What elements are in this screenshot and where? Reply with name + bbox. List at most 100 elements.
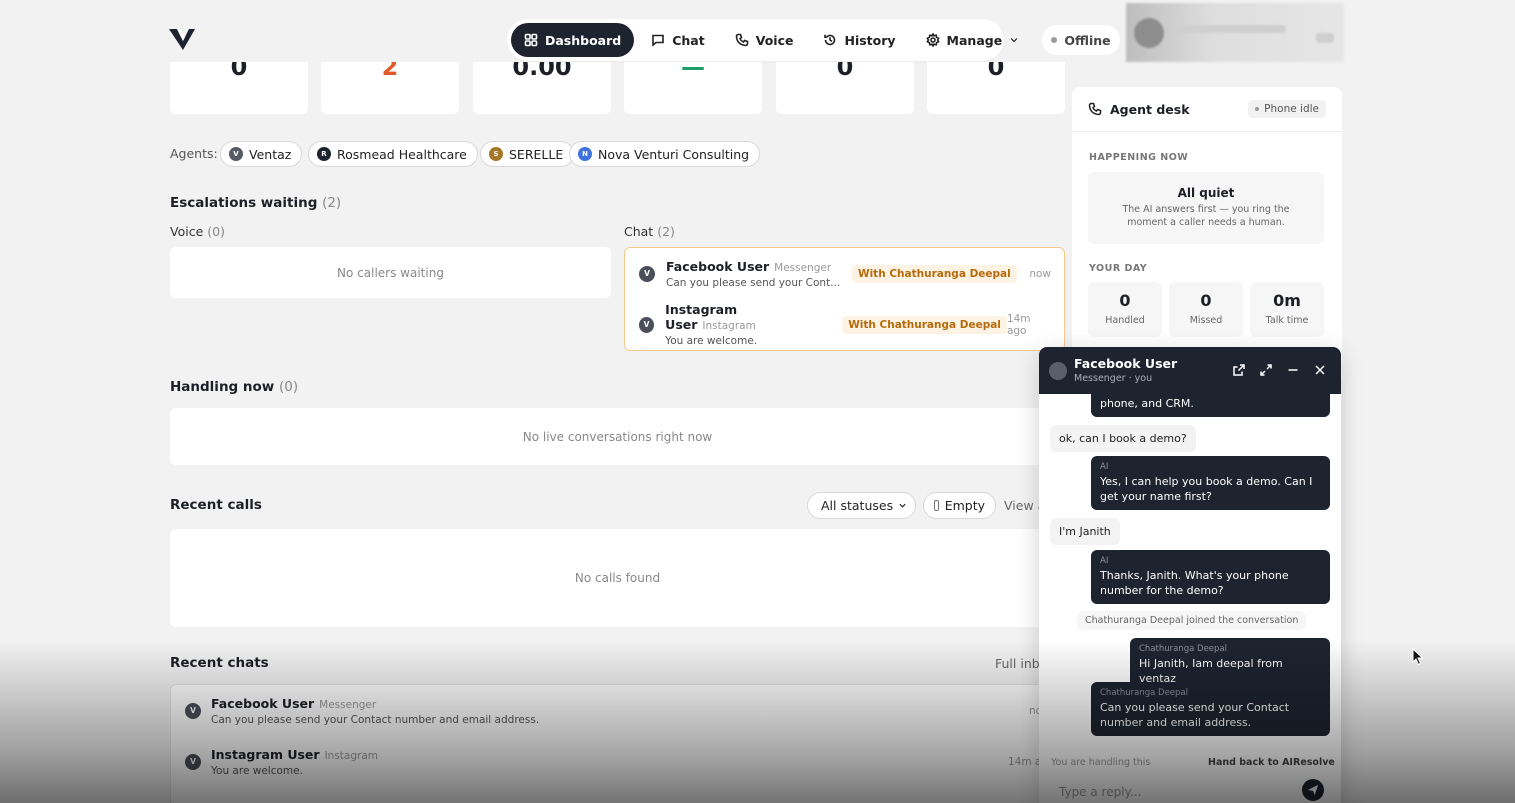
phone-icon [735, 33, 749, 47]
profile-menu-icon [1316, 33, 1334, 43]
contact-name: Facebook User [211, 695, 315, 711]
recent-chats-list: V Facebook User Messenger Can you please … [170, 684, 1065, 803]
status-filter-value: All statuses [821, 498, 894, 513]
close-icon[interactable] [1313, 363, 1327, 377]
agent-chip-rosmead[interactable]: R Rosmead Healthcare [308, 141, 478, 167]
avatar: V [185, 702, 201, 719]
bot-message: AI Thanks, Janith. What's your phone num… [1091, 550, 1330, 604]
status-dot-icon [1255, 107, 1260, 111]
status-badge: With Chathuranga Deepal [852, 264, 1017, 283]
agent-initial: R [317, 147, 331, 161]
escalations-title: Escalations waiting [170, 195, 318, 211]
stat-value: — [681, 62, 705, 81]
agent-chip-serelle[interactable]: S SERELLE [480, 141, 575, 167]
day-stat-value: 0 [1200, 291, 1212, 310]
contact-source: Messenger [774, 261, 832, 274]
chat-info: Facebook User Messenger Can you please se… [211, 696, 539, 726]
send-button[interactable] [1302, 779, 1324, 801]
chat-count: (2) [657, 224, 675, 239]
list-item[interactable]: V Facebook User Messenger Can you please … [171, 685, 1064, 736]
day-stat-label: Talk time [1265, 315, 1309, 326]
sender-label: Chathuranga Deepal [1100, 688, 1189, 698]
status-filter-select[interactable]: All statuses [807, 492, 916, 519]
stat-card: — [624, 62, 762, 114]
message-text: Yes, I can help you book a demo. Can I g… [1100, 475, 1313, 503]
chat-queue-list: V Facebook User Messenger Can you please … [624, 247, 1065, 351]
full-inbox-link[interactable]: Full inbo [995, 656, 1039, 671]
gear-icon [925, 33, 940, 47]
agent-chip-nova[interactable]: N Nova Venturi Consulting [569, 141, 761, 167]
message-preview: You are welcome. [211, 764, 303, 777]
list-item[interactable]: V Facebook User Messenger Can you please … [625, 248, 1064, 299]
send-icon [1307, 784, 1319, 796]
sender-label: AI [1100, 556, 1109, 566]
quiet-title: All quiet [1177, 186, 1235, 200]
avatar: V [639, 316, 655, 333]
bot-message: AI Yes, I can help you book a demo. Can … [1091, 456, 1330, 510]
day-stat-missed: 0 Missed [1169, 282, 1243, 337]
user-profile-menu[interactable] [1126, 3, 1344, 62]
agent-initial: S [489, 147, 503, 161]
agent-name: Ventaz [249, 146, 292, 162]
phone-icon [1088, 102, 1102, 116]
chat-queue-label: Chat (2) [624, 224, 675, 239]
agent-desk-title: Agent desk [1110, 101, 1190, 117]
stat-value: 0 [230, 62, 248, 81]
day-stat-handled: 0 Handled [1088, 282, 1162, 337]
sender-label: Chathuranga Deepal [1139, 644, 1228, 654]
nav-dashboard[interactable]: Dashboard [511, 23, 635, 57]
agent-message: Chathuranga Deepal Can you please send y… [1091, 682, 1330, 736]
chevron-down-icon [1010, 38, 1018, 43]
hand-back-button[interactable]: Hand back to AI [1208, 757, 1293, 768]
list-item[interactable]: V Instagram User Instagram You are welcom… [171, 736, 1064, 787]
stat-card: 2 [321, 62, 459, 114]
open-external-icon[interactable] [1232, 363, 1246, 377]
expand-icon[interactable] [1259, 363, 1273, 377]
minimize-icon[interactable] [1286, 363, 1300, 377]
dashboard-icon [524, 33, 538, 47]
view-all-calls-link[interactable]: View a [1004, 498, 1039, 513]
nav-chat[interactable]: Chat [638, 23, 717, 57]
agent-initial: V [229, 147, 243, 161]
nav-voice[interactable]: Voice [722, 23, 807, 57]
day-stat-label: Handled [1105, 315, 1145, 326]
agent-desk-header: Agent desk Phone idle [1072, 87, 1342, 132]
chat-popup-subtitle: Messenger · you [1074, 373, 1153, 384]
phone-status-badge: Phone idle [1248, 100, 1326, 118]
message-preview: You are welcome. [665, 335, 758, 347]
status-badge: With Chathuranga Deepal [842, 315, 1007, 334]
reply-input[interactable]: Type a reply... [1059, 785, 1141, 799]
chat-popup: Facebook User Messenger · you phone, and… [1039, 347, 1341, 803]
voice-label: Voice [170, 224, 204, 239]
nav-history-label: History [844, 32, 896, 48]
recent-calls-empty: No calls found [170, 529, 1065, 627]
nav-history[interactable]: History [810, 23, 908, 57]
phone-status-label: Phone idle [1264, 103, 1319, 115]
nav-manage[interactable]: Manage [913, 23, 1033, 57]
handling-count: (0) [278, 379, 299, 395]
stat-value: 0 [987, 62, 1005, 81]
chat-popup-footer: You are handling this Hand back to AI Re… [1039, 749, 1341, 803]
voice-queue-label: Voice (0) [170, 224, 225, 239]
quiet-text-line2: moment a caller needs a human. [1127, 217, 1285, 228]
avatar: V [185, 753, 201, 770]
timestamp: now [1029, 267, 1051, 280]
handling-note: You are handling this [1051, 757, 1151, 768]
presence-status-button[interactable]: Offline [1042, 25, 1120, 55]
quiet-text-line1: The AI answers first — you ring the [1122, 204, 1290, 215]
brand-logo[interactable] [168, 27, 196, 51]
message-text: Thanks, Janith. What's your phone number… [1100, 569, 1289, 597]
agent-name: SERELLE [509, 146, 564, 162]
chat-icon [652, 34, 665, 47]
empty-filter-checkbox[interactable]: Empty [923, 492, 996, 519]
handling-empty: No live conversations right now [170, 408, 1065, 465]
list-item[interactable]: V Instagram User Instagram You are welcom… [625, 299, 1064, 350]
agent-chip-ventaz[interactable]: V Ventaz [220, 141, 303, 167]
day-stat-value: 0 [1119, 291, 1131, 310]
user-message: I'm Janith [1050, 518, 1120, 545]
contact-name: Instagram User [211, 746, 320, 762]
resolve-button[interactable]: Resolve [1293, 757, 1335, 768]
recent-chats-title: Recent chats [170, 655, 269, 671]
bot-message: phone, and CRM. [1091, 386, 1330, 417]
chat-info: Facebook User Messenger Can you please se… [666, 259, 841, 289]
